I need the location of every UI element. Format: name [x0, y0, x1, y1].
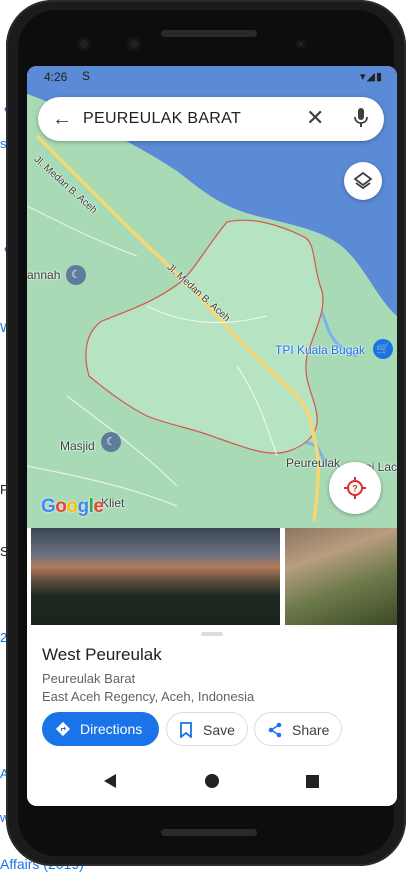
battery-icon: ▮: [375, 71, 383, 83]
nav-back-icon[interactable]: [103, 774, 117, 788]
nav-recents-icon[interactable]: [306, 775, 319, 788]
svg-text:?: ?: [352, 484, 358, 494]
save-button[interactable]: Save: [166, 712, 248, 746]
sensor: [296, 39, 306, 49]
town-label: Peureulak: [286, 456, 341, 470]
sheet-drag-handle[interactable]: [201, 632, 223, 636]
close-icon[interactable]: ✕: [306, 107, 324, 129]
bottom-speaker: [161, 829, 257, 836]
top-speaker: [161, 30, 257, 37]
directions-button[interactable]: Directions: [42, 712, 159, 746]
poi-label-masjid[interactable]: Masjid: [60, 439, 95, 453]
share-icon: [268, 722, 282, 738]
app-screen: Jl. Medan B. Aceh Jl. Medan B. Aceh anna…: [27, 66, 397, 806]
photo-strip[interactable]: [27, 528, 397, 625]
mosque-poi-icon[interactable]: ☾: [66, 265, 86, 285]
layers-button[interactable]: [344, 162, 382, 200]
map-place-label: annah: [27, 268, 61, 282]
share-label: Share: [292, 722, 330, 738]
front-camera: [127, 37, 141, 51]
system-nav-bar: [27, 756, 397, 806]
place-title: West Peureulak: [42, 645, 162, 664]
my-location-button[interactable]: ?: [329, 462, 381, 514]
mosque-poi-icon[interactable]: ☾: [101, 432, 121, 452]
minor-road: [27, 205, 138, 257]
directions-icon: [55, 721, 71, 737]
district-boundary: [85, 219, 324, 454]
place-photo[interactable]: [285, 528, 397, 625]
poi-label-tpi[interactable]: TPI Kuala Bugak: [275, 343, 365, 357]
place-subtitle: Peureulak Barat: [42, 671, 136, 686]
front-camera: [77, 37, 91, 51]
search-query[interactable]: PEUREULAK BARAT: [83, 110, 241, 128]
status-icons: ▾◢▮: [360, 70, 383, 83]
directions-label: Directions: [80, 721, 143, 737]
notification-icon: S: [82, 69, 91, 83]
layers-icon: [353, 171, 373, 190]
mic-icon[interactable]: [354, 108, 368, 133]
map-place-label: Kliet: [101, 496, 125, 510]
status-time: 4:26: [44, 70, 68, 84]
search-bar[interactable]: ← PEUREULAK BARAT ✕: [38, 97, 384, 141]
location-unknown-icon: ?: [344, 477, 366, 499]
bookmark-icon: [180, 722, 192, 738]
save-label: Save: [203, 722, 235, 738]
place-photo[interactable]: [31, 528, 280, 625]
place-address: East Aceh Regency, Aceh, Indonesia: [42, 689, 255, 704]
nav-home-icon[interactable]: [205, 774, 219, 788]
cell-signal-icon: ◢: [366, 71, 376, 83]
share-button[interactable]: Share: [254, 712, 342, 746]
google-logo: Google: [41, 496, 104, 517]
shopping-cart-poi-icon[interactable]: 🛒: [373, 339, 393, 359]
arrow-back-icon[interactable]: ←: [52, 108, 72, 130]
status-bar: 4:26 S ▾◢▮: [27, 66, 397, 88]
